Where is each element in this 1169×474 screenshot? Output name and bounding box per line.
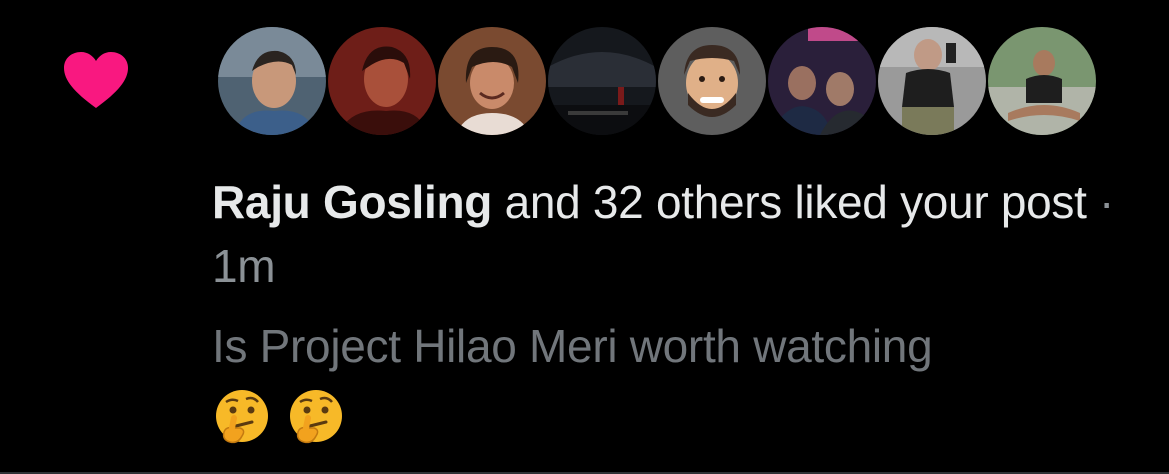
avatar[interactable] [546,25,658,137]
post-preview-text[interactable]: Is Project Hilao Meri worth watching [212,312,1142,380]
avatar-stack [216,25,1098,137]
like-notification[interactable]: Raju Gosling and 32 others liked your po… [0,0,1169,474]
separator: · [1086,176,1115,228]
actor-name[interactable]: Raju Gosling [212,176,492,228]
action-text: and 32 others liked your post [492,176,1087,228]
timestamp: 1m [212,240,276,292]
heart-icon [64,52,128,108]
avatar[interactable] [326,25,438,137]
thinking-face-icon [290,390,342,444]
avatar[interactable] [216,25,328,137]
avatar[interactable] [876,25,988,137]
avatar[interactable] [656,25,768,137]
thinking-face-icon [216,390,268,444]
notification-headline: Raju Gosling and 32 others liked your po… [212,170,1142,298]
avatar[interactable] [986,25,1098,137]
post-emojis [212,388,346,448]
avatar[interactable] [436,25,548,137]
avatar[interactable] [766,25,878,137]
